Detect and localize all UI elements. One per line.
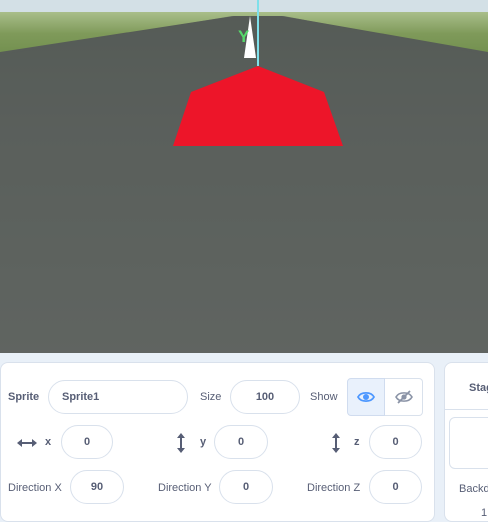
sky (0, 0, 488, 14)
show-label: Show (310, 391, 338, 403)
x-input[interactable]: 0 (61, 425, 113, 459)
vertical-arrows-icon (175, 433, 187, 453)
stage-thumbnail[interactable] (449, 417, 488, 469)
y-axis-label: Y (238, 27, 250, 46)
vertical-arrows-icon (330, 433, 342, 453)
stage-selector-pane[interactable]: Stag Backd 1 (444, 362, 488, 522)
direction-y-input[interactable]: 0 (219, 470, 273, 504)
x-label: x (45, 436, 52, 448)
sprite-name-input[interactable]: Sprite1 (48, 380, 188, 414)
direction-z-label: Direction Z (307, 482, 361, 494)
size-input[interactable]: 100 (230, 380, 300, 414)
sprite-info-panel: Sprite Sprite1 Size 100 Show x 0 y 0 z 0… (0, 362, 435, 522)
horizontal-arrows-icon (17, 436, 37, 450)
size-label: Size (200, 391, 222, 403)
z-input[interactable]: 0 (369, 425, 422, 459)
y-input[interactable]: 0 (214, 425, 268, 459)
direction-x-label: Direction X (8, 482, 62, 494)
backdrops-label: Backd (459, 483, 488, 495)
stage-pane-title: Stag (469, 382, 488, 394)
eye-icon (357, 391, 375, 403)
direction-z-input[interactable]: 0 (369, 470, 422, 504)
road (0, 16, 488, 353)
z-label: z (354, 436, 360, 448)
stage-pane-header: Stag (445, 363, 488, 410)
backdrop-count: 1 (481, 507, 488, 519)
y-label: y (200, 436, 207, 448)
eye-slash-icon (394, 390, 413, 404)
sprite-name-label: Sprite (8, 391, 40, 403)
show-hidden-button[interactable] (385, 378, 423, 416)
stage-scene: Y (0, 0, 488, 353)
stage-canvas[interactable]: Y (0, 0, 488, 353)
show-visible-button[interactable] (347, 378, 385, 416)
direction-x-input[interactable]: 90 (70, 470, 124, 504)
direction-y-label: Direction Y (158, 482, 212, 494)
